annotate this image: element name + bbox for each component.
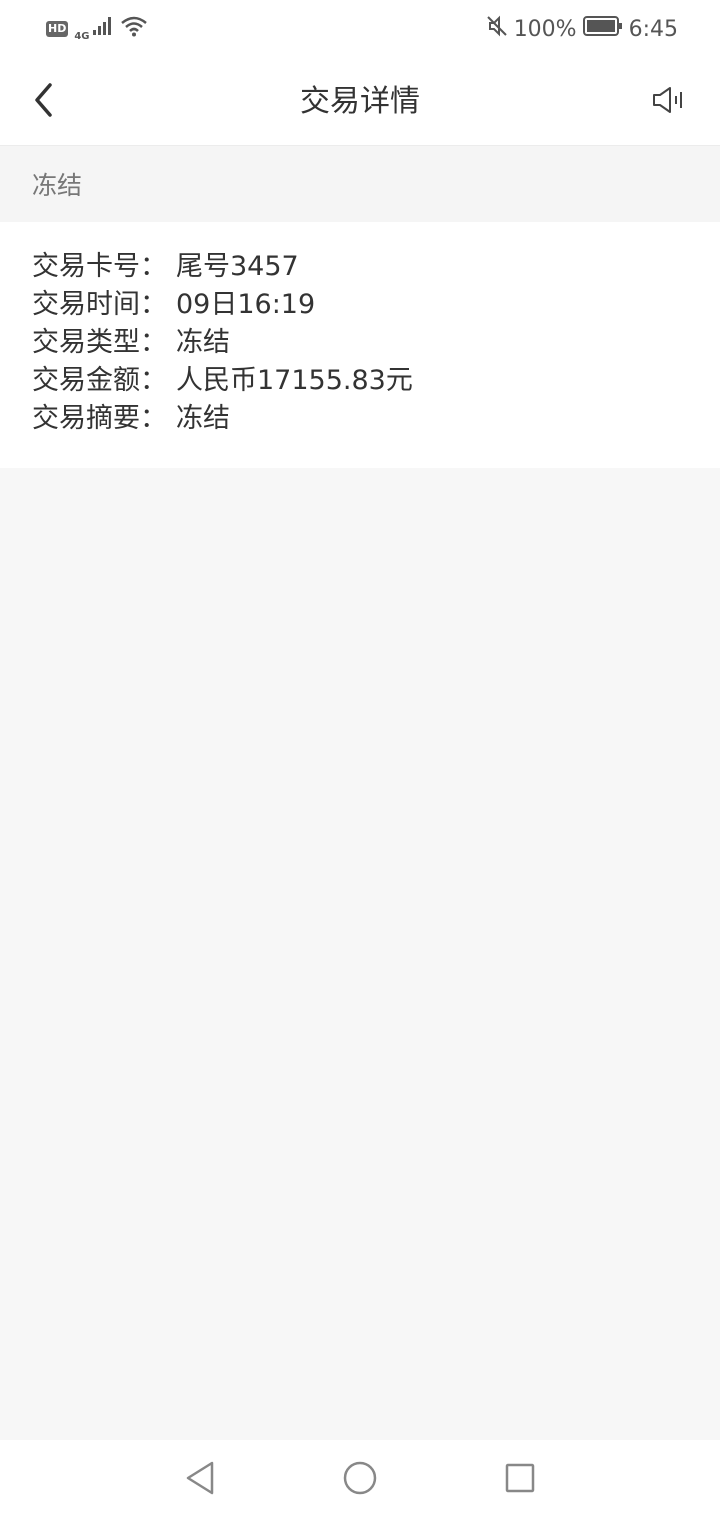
triangle-back-icon xyxy=(183,1460,217,1500)
detail-value: 09日16:19 xyxy=(176,289,316,320)
detail-row-amount: 交易金额： 人民币17155.83元 xyxy=(32,362,720,400)
wifi-icon xyxy=(120,15,148,43)
signal-icon xyxy=(92,16,114,42)
detail-row-time: 交易时间： 09日16:19 xyxy=(32,286,720,324)
detail-row-card-number: 交易卡号： 尾号3457 xyxy=(32,248,720,286)
detail-label: 交易类型： xyxy=(32,327,167,358)
hd-badge: HD xyxy=(46,21,69,37)
speaker-icon xyxy=(651,85,685,119)
speaker-button[interactable] xyxy=(646,80,690,124)
detail-value: 冻结 xyxy=(176,327,230,358)
section-header: 冻结 xyxy=(0,146,720,222)
page-title: 交易详情 xyxy=(300,84,420,119)
system-navigation-bar xyxy=(0,1440,720,1520)
detail-row-summary: 交易摘要： 冻结 xyxy=(32,400,720,438)
battery-icon xyxy=(582,15,623,43)
system-back-button[interactable] xyxy=(180,1460,220,1500)
mute-icon xyxy=(486,15,508,43)
detail-row-type: 交易类型： 冻结 xyxy=(32,324,720,362)
top-nav-bar: 交易详情 xyxy=(0,58,720,146)
detail-value: 冻结 xyxy=(176,403,230,434)
transaction-detail-card: 交易卡号： 尾号3457 交易时间： 09日16:19 交易类型： 冻结 交易金… xyxy=(0,222,720,468)
status-right: 100% 6:45 xyxy=(486,15,678,43)
circle-home-icon xyxy=(342,1460,378,1500)
clock: 6:45 xyxy=(628,16,678,42)
detail-label: 交易金额： xyxy=(32,365,167,396)
detail-label: 交易时间： xyxy=(32,289,167,320)
battery-percentage: 100% xyxy=(513,16,577,42)
detail-label: 交易卡号： xyxy=(32,251,167,282)
system-recents-button[interactable] xyxy=(500,1460,540,1500)
detail-value: 尾号3457 xyxy=(176,251,299,282)
status-left: HD 4G xyxy=(46,15,148,43)
network-type-label: 4G xyxy=(74,31,90,42)
status-bar: HD 4G 100% 6:45 xyxy=(0,0,720,58)
detail-value: 人民币17155.83元 xyxy=(176,365,413,396)
detail-label: 交易摘要： xyxy=(32,403,167,434)
square-recents-icon xyxy=(504,1462,536,1498)
transaction-detail-screen: HD 4G 100% 6:45 交易详情 冻结 交易卡号： 尾号3457 交易时… xyxy=(0,0,720,1520)
system-home-button[interactable] xyxy=(340,1460,380,1500)
